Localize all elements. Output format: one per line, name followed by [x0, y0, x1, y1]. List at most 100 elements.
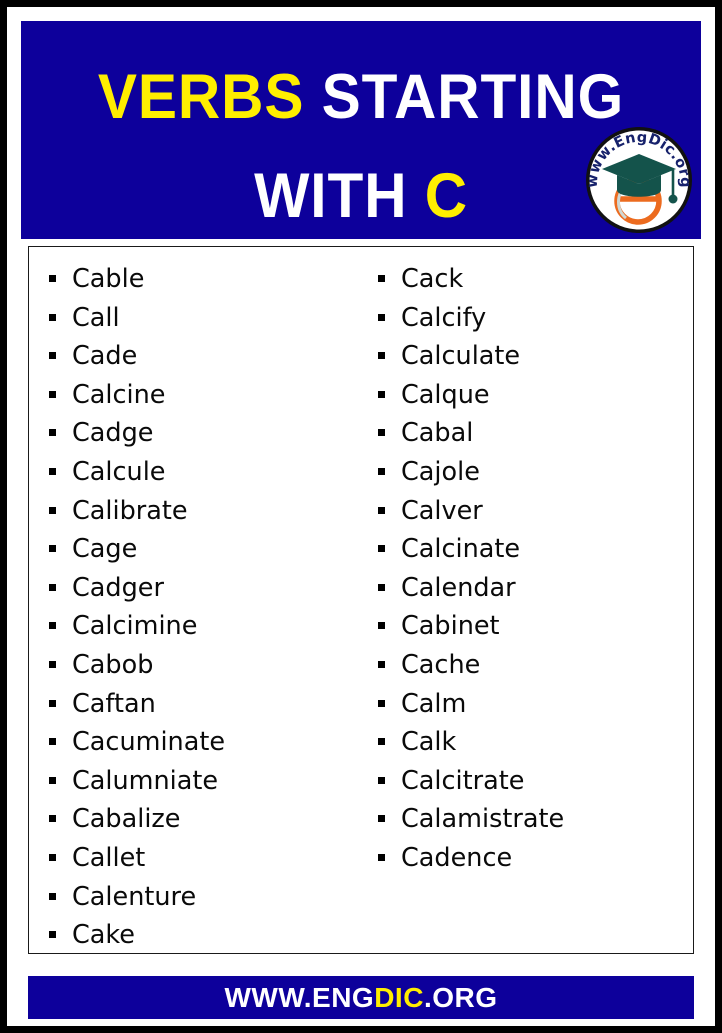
word-label: Calcule [72, 456, 166, 487]
header-banner: VERBS STARTING WITH C www.EngDic.org [21, 21, 701, 239]
word-label: Cable [72, 264, 145, 294]
list-item[interactable]: Calcimine [49, 607, 368, 646]
word-list-column-left: Cable Call Cade Calcine Cadge Calcule Calibrat… [29, 247, 368, 953]
list-item[interactable]: Cache [378, 646, 693, 685]
square-bullet-icon [49, 506, 56, 514]
list-item[interactable]: Callet [49, 839, 368, 878]
list-item[interactable]: Calumniate [49, 762, 368, 801]
list-item[interactable]: Calm [378, 685, 693, 724]
word-label: Calver [401, 495, 483, 526]
word-list-column-right: Cack Calcify Calculate Calque Cabal Cajole Cal… [368, 247, 693, 953]
square-bullet-icon [378, 467, 385, 475]
square-bullet-icon [378, 275, 385, 282]
square-bullet-icon [49, 660, 56, 668]
list-item[interactable]: Cack [378, 260, 693, 299]
square-bullet-icon [49, 313, 56, 321]
square-bullet-icon [49, 815, 56, 823]
word-label: Cajole [401, 456, 480, 487]
square-bullet-icon [378, 313, 385, 321]
list-item[interactable]: Cadence [378, 839, 693, 878]
list-item[interactable]: Calibrate [49, 492, 368, 531]
page-title-highlight-letter: C [424, 161, 468, 231]
word-label: Calcinate [401, 534, 521, 565]
word-list-columns: Cable Call Cade Calcine Cadge Calcule Calibrat… [29, 247, 693, 953]
square-bullet-icon [49, 622, 56, 630]
word-label: Cake [72, 920, 135, 951]
list-item[interactable]: Cabal [378, 414, 693, 453]
word-label: Call [72, 302, 120, 333]
list-item[interactable]: Calque [378, 376, 693, 415]
list-item[interactable]: Cadger [49, 569, 368, 608]
word-label: Calenture [72, 881, 197, 912]
word-label: Cadence [401, 842, 513, 873]
list-item[interactable]: Calendar [378, 569, 693, 608]
list-item[interactable]: Calcify [378, 299, 693, 338]
word-label: Cack [401, 264, 464, 294]
square-bullet-icon [49, 738, 56, 746]
square-bullet-icon [378, 390, 385, 398]
list-item[interactable]: Cabalize [49, 800, 368, 839]
square-bullet-icon [378, 699, 385, 707]
word-label: Cage [72, 534, 138, 565]
footer-website-url[interactable]: WWW.ENGDIC.ORG [225, 982, 498, 1014]
footer-bar: WWW.ENGDIC.ORG [28, 976, 694, 1019]
square-bullet-icon [378, 815, 385, 823]
list-item[interactable]: Cade [49, 337, 368, 376]
square-bullet-icon [378, 583, 385, 591]
list-item[interactable]: Calcinate [378, 530, 693, 569]
list-item[interactable]: Calenture [49, 878, 368, 917]
square-bullet-icon [49, 352, 56, 360]
word-label: Calcitrate [401, 765, 525, 796]
list-item[interactable]: Cable [49, 260, 368, 299]
footer-url-suffix: .ORG [423, 981, 498, 1013]
word-label: Calque [401, 379, 490, 410]
square-bullet-icon [378, 429, 385, 437]
word-label: Cabob [72, 649, 154, 680]
word-label: Cabal [401, 418, 474, 449]
word-label: Cade [72, 341, 138, 372]
square-bullet-icon [49, 776, 56, 784]
list-item[interactable]: Calculate [378, 337, 693, 376]
list-item[interactable]: Cake [49, 916, 368, 955]
list-item[interactable]: Cacuminate [49, 723, 368, 762]
footer-url-highlight: DIC [374, 981, 424, 1013]
word-label: Calcine [72, 379, 166, 410]
list-item[interactable]: Calcule [49, 453, 368, 492]
word-label: Cadge [72, 418, 154, 449]
word-label: Calibrate [72, 495, 188, 526]
word-label: Calamistrate [401, 804, 565, 835]
list-item[interactable]: Calcine [49, 376, 368, 415]
square-bullet-icon [49, 583, 56, 591]
engdic-logo[interactable]: www.EngDic.org [583, 124, 695, 236]
list-item[interactable]: Cabinet [378, 607, 693, 646]
page-title-line-1: VERBS STARTING [45, 66, 677, 129]
word-label: Cabinet [401, 611, 500, 642]
square-bullet-icon [49, 931, 56, 939]
poster: VERBS STARTING WITH C www.EngDic.org Cab… [0, 0, 722, 1033]
list-item[interactable]: Calcitrate [378, 762, 693, 801]
square-bullet-icon [49, 467, 56, 475]
list-item[interactable]: Cadge [49, 414, 368, 453]
square-bullet-icon [378, 776, 385, 784]
square-bullet-icon [378, 660, 385, 668]
list-item[interactable]: Calamistrate [378, 800, 693, 839]
word-label: Cabalize [72, 804, 181, 835]
list-item[interactable]: Cabob [49, 646, 368, 685]
list-item[interactable]: Call [49, 299, 368, 338]
square-bullet-icon [378, 352, 385, 360]
word-label: Calcimine [72, 611, 198, 642]
word-label: Cache [401, 649, 481, 680]
page-title-word-starting: STARTING [321, 62, 625, 132]
square-bullet-icon [49, 853, 56, 861]
list-item[interactable]: Calver [378, 492, 693, 531]
square-bullet-icon [49, 390, 56, 398]
square-bullet-icon [49, 699, 56, 707]
list-item[interactable]: Cajole [378, 453, 693, 492]
list-item[interactable]: Cage [49, 530, 368, 569]
square-bullet-icon [378, 622, 385, 630]
list-item[interactable]: Calk [378, 723, 693, 762]
square-bullet-icon [49, 429, 56, 437]
page-title-word-with: WITH [254, 161, 408, 231]
list-item[interactable]: Caftan [49, 685, 368, 724]
word-label: Calculate [401, 341, 521, 372]
